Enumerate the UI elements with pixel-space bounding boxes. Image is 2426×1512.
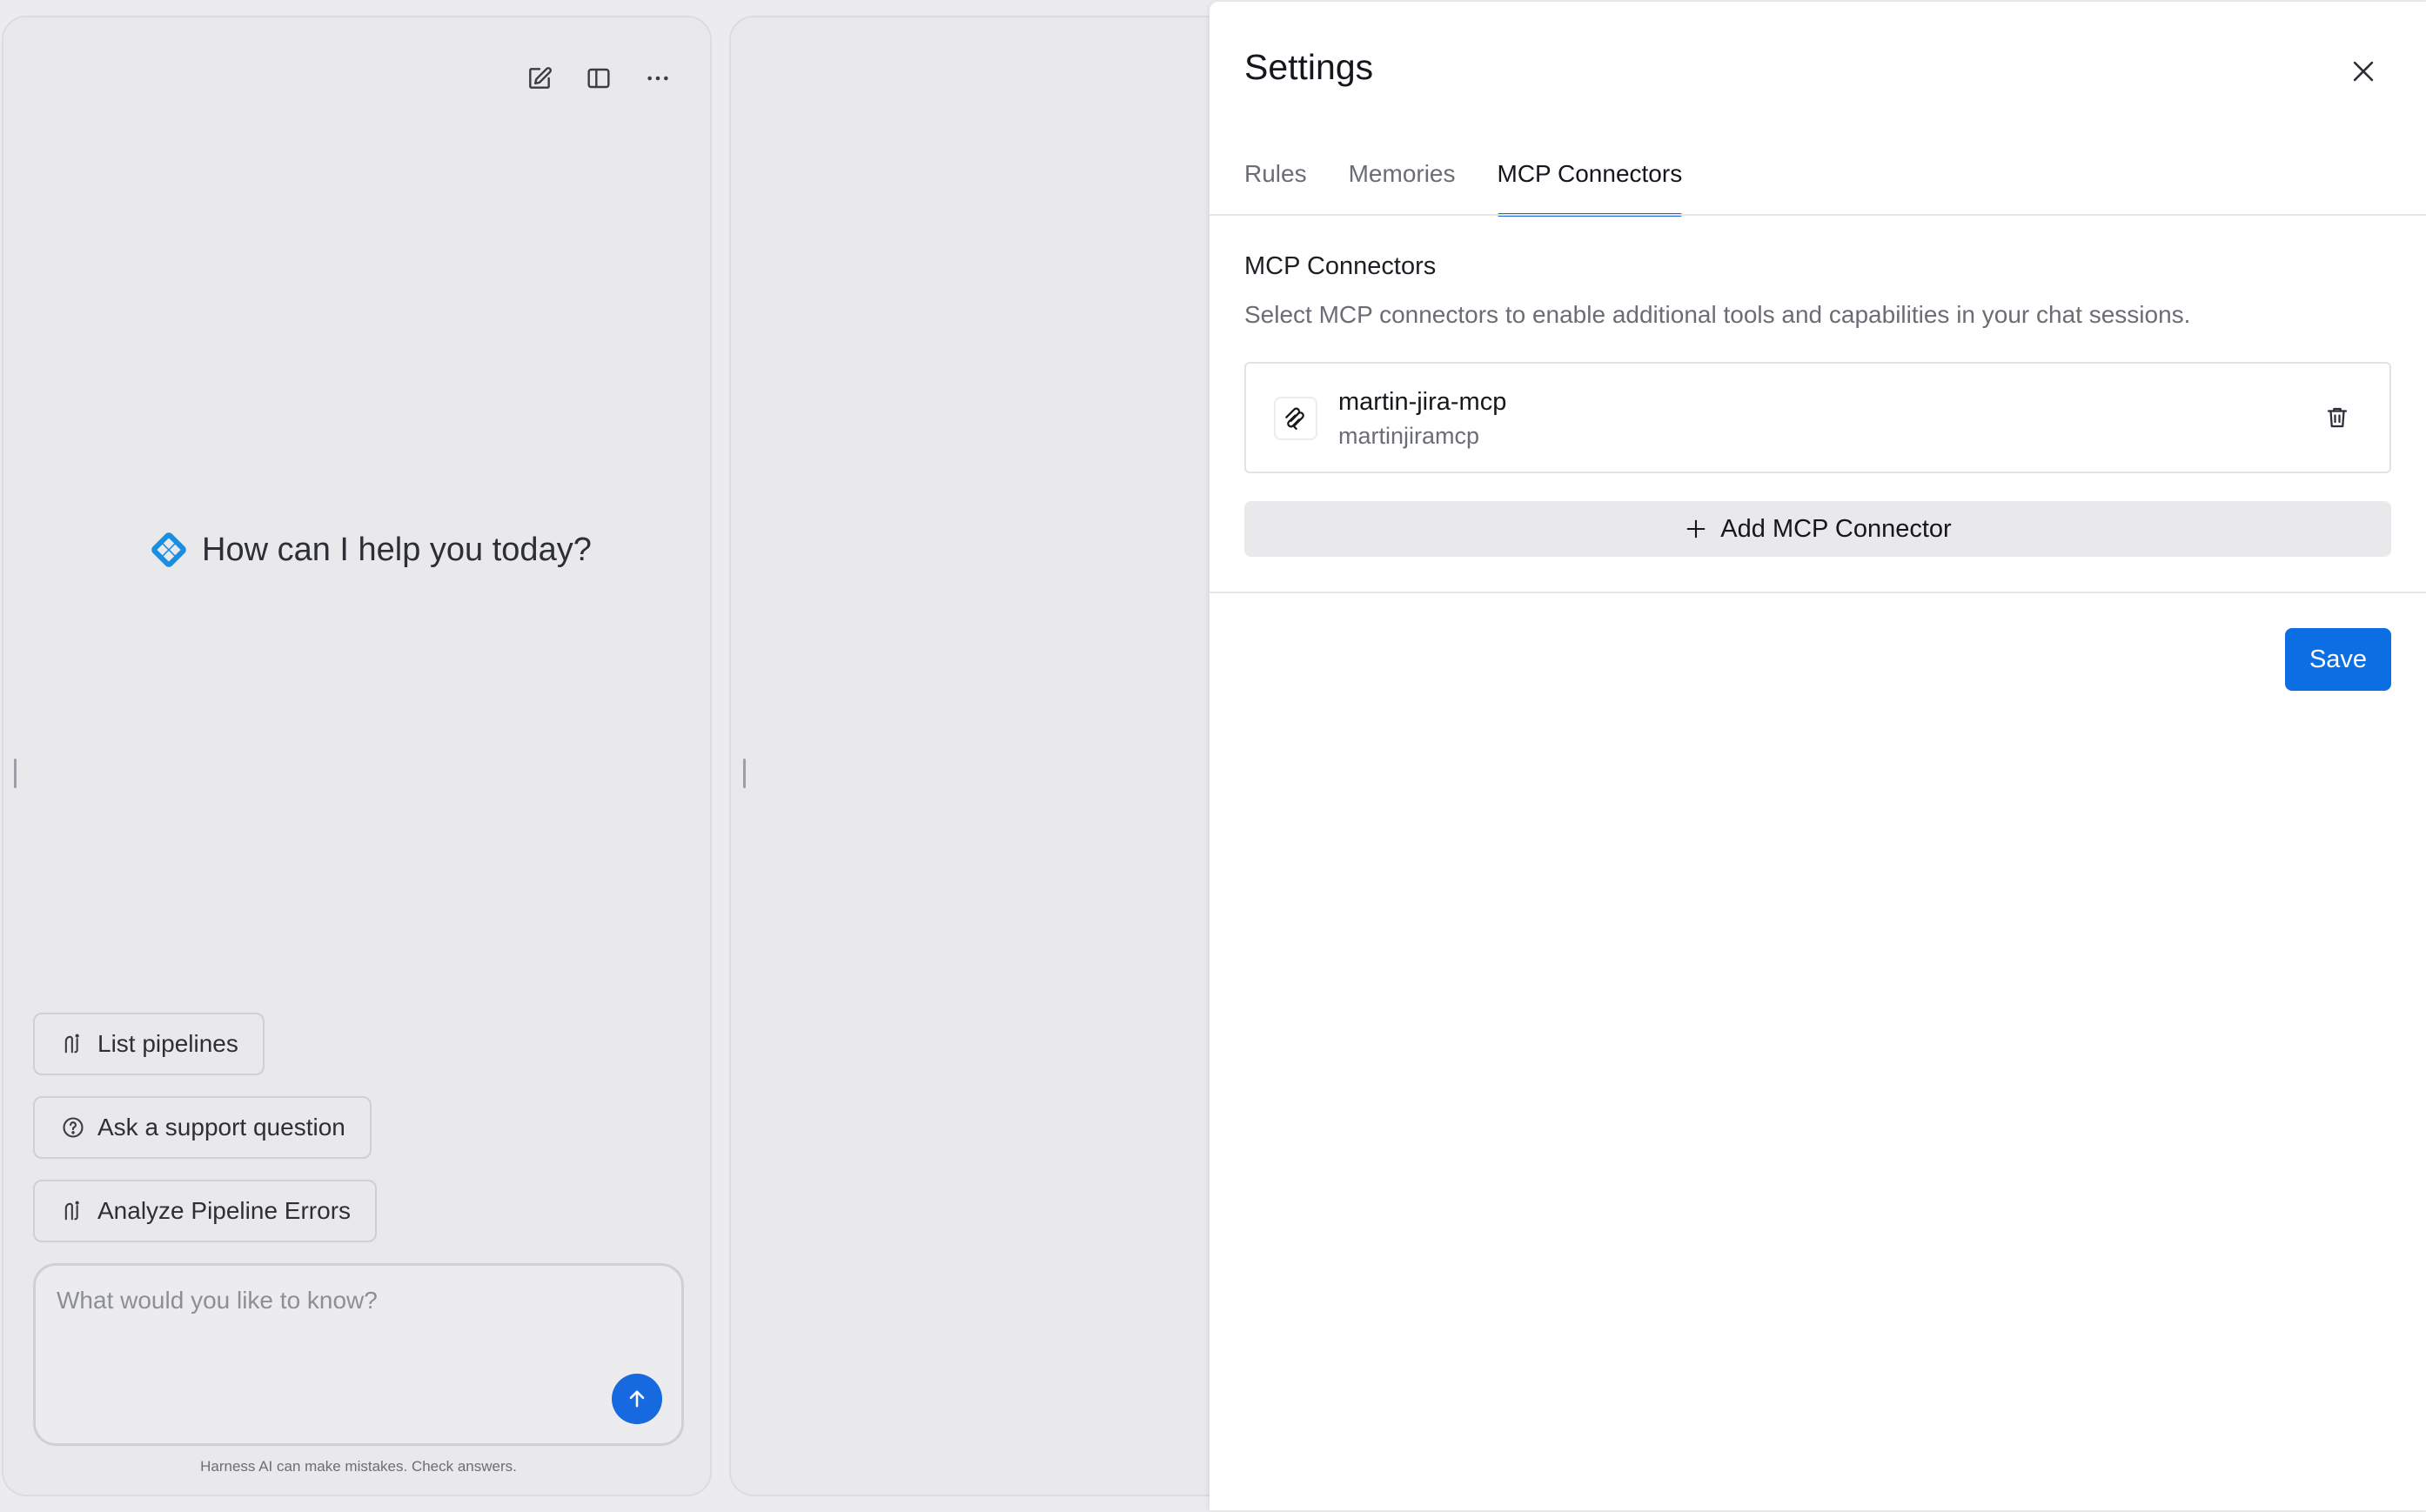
connector-card: martin-jira-mcp martinjiramcp: [1244, 362, 2391, 473]
connector-logo: [1274, 397, 1317, 440]
tabs-divider: [1210, 214, 2426, 216]
greeting: How can I help you today?: [150, 531, 592, 569]
delete-connector-button[interactable]: [2320, 400, 2355, 435]
chat-input[interactable]: [57, 1287, 657, 1391]
chat-panel: How can I help you today? List pipelines…: [2, 16, 712, 1496]
app-root: How can I help you today? List pipelines…: [0, 0, 2426, 1512]
suggestion-ask-support[interactable]: Ask a support question: [33, 1096, 372, 1159]
close-button[interactable]: [2344, 52, 2382, 90]
harness-ai-diamond-icon: [150, 531, 188, 569]
suggestion-label: Ask a support question: [97, 1114, 345, 1141]
plus-icon: [1686, 519, 1706, 539]
settings-drawer: Settings Rules Memories MCP Connectors M…: [1210, 2, 2426, 1510]
chat-composer: [33, 1263, 684, 1446]
disclaimer: Harness AI can make mistakes. Check answ…: [200, 1458, 517, 1475]
settings-title: Settings: [1244, 47, 1374, 87]
save-button[interactable]: Save: [2285, 628, 2391, 691]
section-title: MCP Connectors: [1244, 252, 1437, 280]
help-circle-icon: [63, 1117, 84, 1138]
pipeline-icon: [64, 1201, 79, 1221]
connector-name: martin-jira-mcp: [1338, 388, 1507, 416]
section-description: Select MCP connectors to enable addition…: [1244, 301, 2191, 328]
footer-divider: [1210, 592, 2426, 593]
resize-handle[interactable]: [743, 759, 746, 788]
suggestion-label: Analyze Pipeline Errors: [97, 1197, 352, 1224]
more-options-button[interactable]: [640, 61, 675, 96]
more-horizontal-icon: [647, 76, 668, 81]
add-mcp-connector-button[interactable]: Add MCP Connector: [1244, 501, 2391, 557]
suggestion-list: List pipelines Ask a support question An…: [33, 1013, 378, 1242]
new-chat-button[interactable]: [522, 61, 557, 96]
trash-icon: [2327, 407, 2348, 428]
chat-toolbar: [522, 61, 675, 96]
close-icon: [2353, 61, 2374, 82]
settings-tabs: Rules Memories MCP Connectors: [1244, 155, 1682, 217]
edit-square-icon: [529, 67, 552, 89]
greeting-text: How can I help you today?: [202, 531, 592, 568]
resize-handle[interactable]: [14, 759, 17, 788]
suggestion-list-pipelines[interactable]: List pipelines: [33, 1013, 265, 1075]
connector-identifier: martinjiramcp: [1338, 423, 1480, 449]
tab-rules[interactable]: Rules: [1244, 155, 1307, 216]
tab-mcp-connectors[interactable]: MCP Connectors: [1497, 155, 1682, 217]
suggestion-label: List pipelines: [97, 1030, 238, 1057]
suggestion-analyze-errors[interactable]: Analyze Pipeline Errors: [33, 1180, 378, 1242]
add-mcp-connector-label: Add MCP Connector: [1720, 514, 1952, 543]
content-panel: [729, 16, 1269, 1496]
tab-memories[interactable]: Memories: [1349, 155, 1456, 216]
pipeline-icon: [64, 1034, 79, 1054]
sidebar-panel-icon: [587, 68, 610, 89]
arrow-up-icon: [629, 1390, 645, 1408]
toggle-panel-button[interactable]: [581, 61, 616, 96]
mcp-logo-icon: [1285, 407, 1304, 430]
send-button[interactable]: [612, 1374, 662, 1424]
